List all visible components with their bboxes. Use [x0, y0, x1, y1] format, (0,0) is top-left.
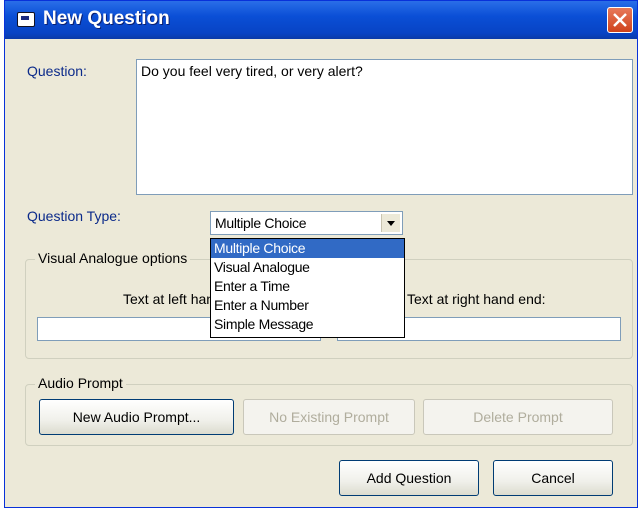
- window-title: New Question: [43, 8, 170, 29]
- option-enter-a-time[interactable]: Enter a Time: [211, 277, 404, 296]
- option-multiple-choice[interactable]: Multiple Choice: [211, 239, 404, 258]
- no-existing-prompt-button[interactable]: No Existing Prompt: [243, 399, 415, 435]
- cancel-button[interactable]: Cancel: [493, 460, 613, 496]
- new-audio-prompt-button[interactable]: New Audio Prompt...: [39, 399, 234, 435]
- question-type-dropdown-list: Multiple Choice Visual Analogue Enter a …: [210, 238, 405, 338]
- title-bar[interactable]: New Question: [5, 1, 637, 39]
- visual-analogue-legend: Visual Analogue options: [35, 250, 191, 266]
- option-enter-a-number[interactable]: Enter a Number: [211, 296, 404, 315]
- option-visual-analogue[interactable]: Visual Analogue: [211, 258, 404, 277]
- add-question-button[interactable]: Add Question: [339, 460, 479, 496]
- question-type-label: Question Type:: [27, 208, 121, 224]
- window-icon: [17, 12, 35, 27]
- question-text: Do you feel very tired, or very alert?: [141, 63, 363, 79]
- chevron-down-icon[interactable]: [381, 214, 400, 232]
- right-end-label: Text at right hand end:: [407, 291, 546, 307]
- new-question-dialog: New Question Question: Do you feel very …: [4, 0, 638, 508]
- question-type-value: Multiple Choice: [215, 215, 307, 231]
- audio-prompt-legend: Audio Prompt: [35, 375, 126, 391]
- option-simple-message[interactable]: Simple Message: [211, 315, 404, 334]
- question-textarea[interactable]: Do you feel very tired, or very alert?: [136, 59, 633, 195]
- question-label: Question:: [27, 63, 87, 79]
- close-button[interactable]: [607, 7, 633, 33]
- close-icon: [613, 13, 627, 27]
- question-type-select[interactable]: Multiple Choice: [210, 211, 403, 235]
- delete-prompt-button[interactable]: Delete Prompt: [423, 399, 613, 435]
